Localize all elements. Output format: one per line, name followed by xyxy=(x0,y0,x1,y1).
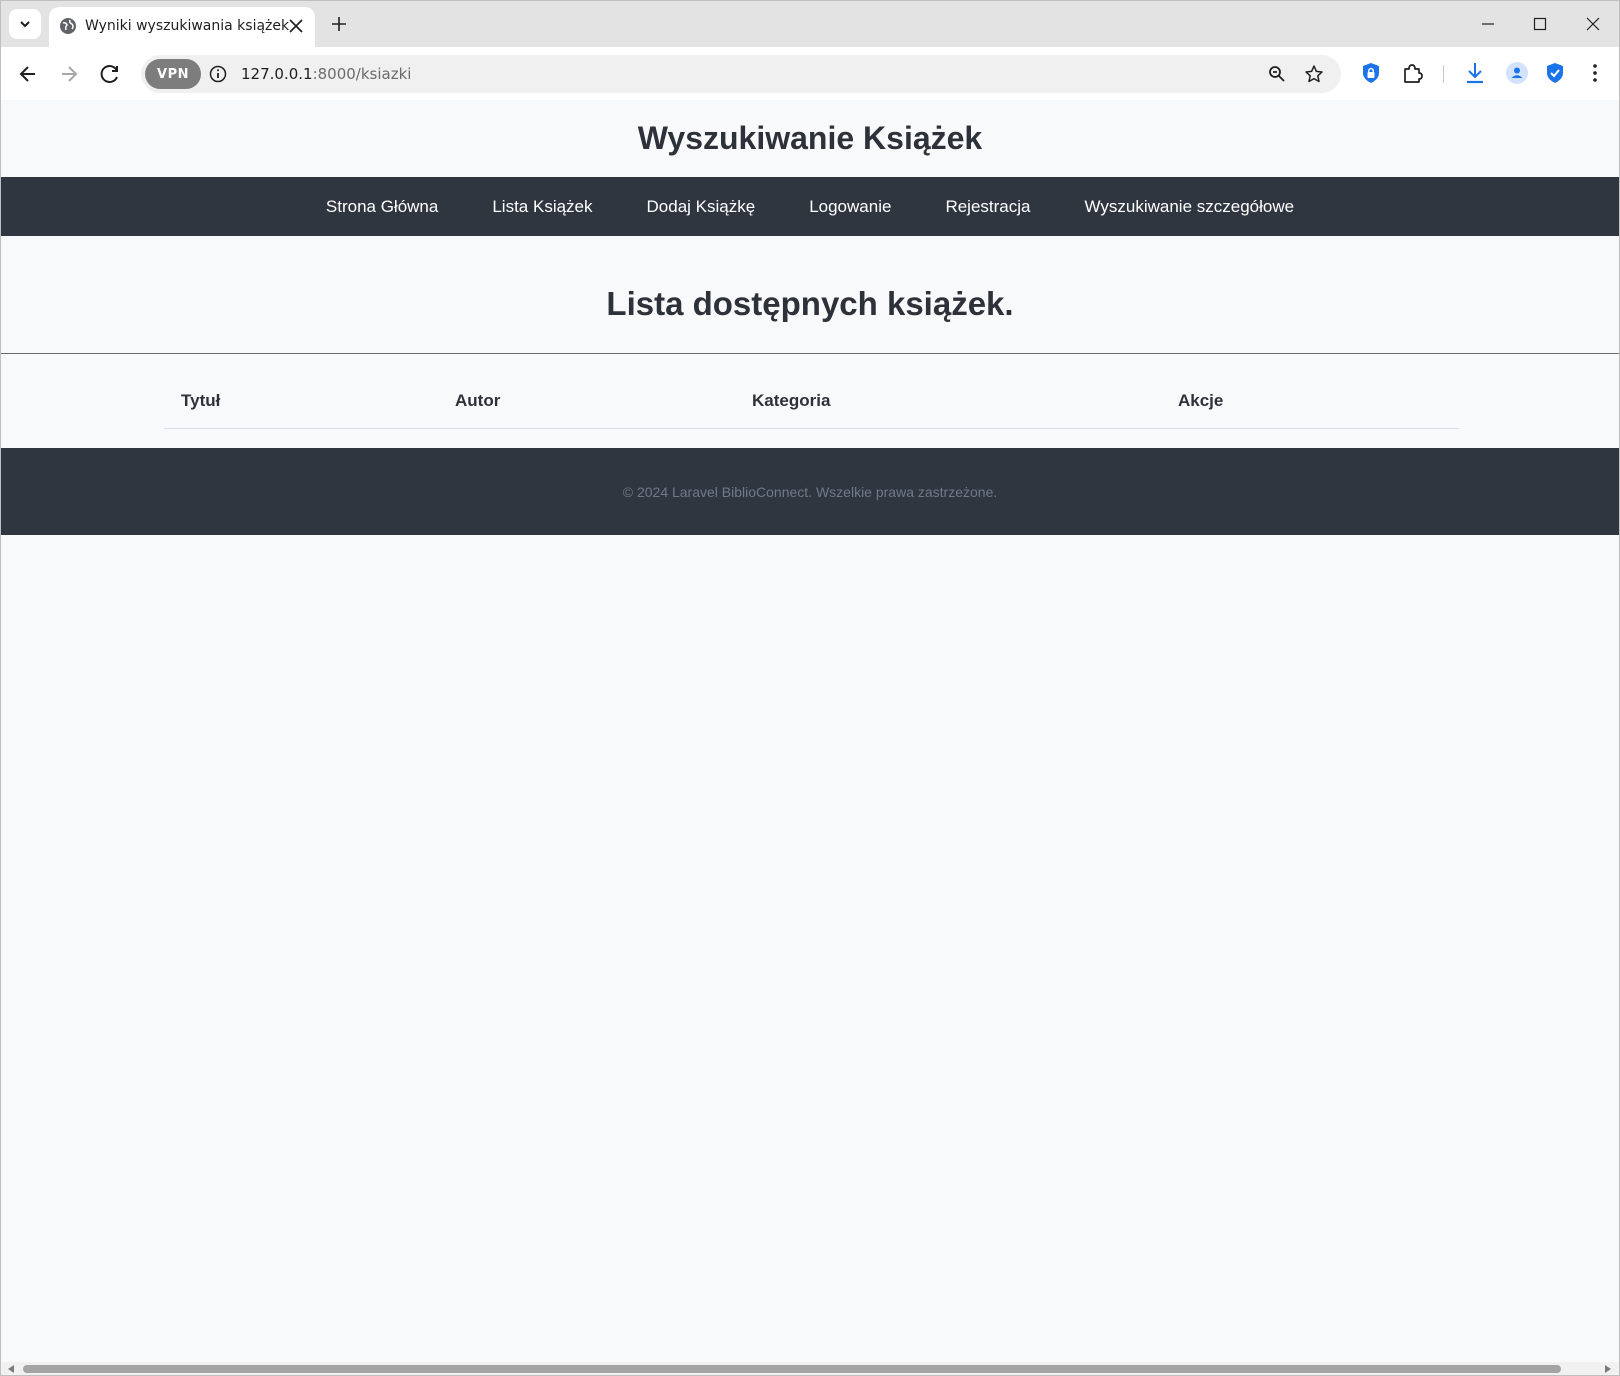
column-header-title: Tytuł xyxy=(164,374,438,429)
minimize-button[interactable] xyxy=(1473,9,1503,39)
scroll-right-arrow[interactable] xyxy=(1603,1364,1613,1374)
column-header-author: Autor xyxy=(438,374,735,429)
column-header-actions: Akcje xyxy=(1161,374,1459,429)
tab-close-button[interactable] xyxy=(285,15,307,37)
browser-menu-button[interactable] xyxy=(1581,59,1609,87)
kebab-menu-icon xyxy=(1593,64,1597,82)
tab-strip: Wyniki wyszukiwania książek xyxy=(1,1,1620,47)
url-path: :8000/ksiazki xyxy=(312,65,412,83)
password-manager-button[interactable] xyxy=(1357,59,1385,87)
browser-tab-active[interactable]: Wyniki wyszukiwania książek xyxy=(49,7,315,47)
window-close-button[interactable] xyxy=(1578,9,1608,39)
caret-left-icon xyxy=(8,1365,14,1373)
page-heading: Lista dostępnych książek. xyxy=(606,284,1014,322)
site-footer: © 2024 Laravel BiblioConnect. Wszelkie p… xyxy=(1,448,1619,535)
footer-copyright: © 2024 Laravel BiblioConnect. Wszelkie p… xyxy=(622,483,998,500)
nav-advanced-search-link[interactable]: Wyszukiwanie szczegółowe xyxy=(1084,197,1294,217)
zoom-button[interactable] xyxy=(1266,63,1288,85)
zoom-icon xyxy=(1269,66,1285,82)
table-header-row: Tytuł Autor Kategoria Akcje xyxy=(164,374,1459,429)
main-nav: Strona Główna Lista Książek Dodaj Książk… xyxy=(1,177,1619,236)
url-host: 127.0.0.1 xyxy=(241,65,313,83)
back-arrow-icon xyxy=(19,66,35,82)
extensions-icon xyxy=(1404,64,1423,83)
nav-login-link[interactable]: Logowanie xyxy=(809,197,891,217)
downloads-button[interactable] xyxy=(1461,59,1489,87)
url-text: 127.0.0.1:8000/ksiazki xyxy=(241,65,411,83)
nav-book-list-link[interactable]: Lista Książek xyxy=(492,197,592,217)
column-header-category: Kategoria xyxy=(735,374,1161,429)
new-tab-button[interactable] xyxy=(327,12,351,36)
password-manager-icon xyxy=(1363,63,1379,83)
nav-home-link[interactable]: Strona Główna xyxy=(326,197,438,217)
chevron-down-icon xyxy=(20,21,30,28)
address-bar[interactable]: VPN 127.0.0.1:8000/ksiazki xyxy=(141,55,1341,93)
security-extension-button[interactable] xyxy=(1541,59,1569,87)
forward-arrow-icon xyxy=(62,66,78,82)
close-icon xyxy=(1586,17,1600,31)
globe-icon xyxy=(60,18,76,34)
vpn-badge[interactable]: VPN xyxy=(145,59,201,89)
download-icon xyxy=(1467,63,1483,84)
reload-button[interactable] xyxy=(93,57,127,91)
maximize-icon xyxy=(1533,17,1547,31)
star-icon xyxy=(1305,65,1323,83)
profile-icon xyxy=(1506,62,1528,84)
browser-toolbar: VPN 127.0.0.1:8000/ksiazki xyxy=(1,47,1619,101)
close-icon xyxy=(289,19,303,33)
site-title: Wyszukiwanie Książek xyxy=(637,120,983,156)
tab-search-button[interactable] xyxy=(9,9,41,39)
profile-button[interactable] xyxy=(1503,59,1531,87)
nav-add-book-link[interactable]: Dodaj Książkę xyxy=(647,197,756,217)
browser-chrome: Wyniki wyszukiwania książek VPN 127.0.0.… xyxy=(0,0,1620,101)
maximize-button[interactable] xyxy=(1525,9,1555,39)
extensions-button[interactable] xyxy=(1398,59,1426,87)
books-table: Tytuł Autor Kategoria Akcje xyxy=(164,374,1459,429)
reload-icon xyxy=(100,65,118,83)
shield-check-icon xyxy=(1547,63,1563,83)
minimize-icon xyxy=(1482,23,1494,25)
bookmark-button[interactable] xyxy=(1303,63,1325,85)
page-viewport: Wyszukiwanie Książek Strona Główna Lista… xyxy=(0,100,1620,1362)
section-heading: Lista dostępnych książek. xyxy=(1,236,1619,354)
info-icon[interactable] xyxy=(209,65,227,83)
plus-icon xyxy=(332,17,346,31)
scroll-left-arrow[interactable] xyxy=(6,1364,16,1374)
site-header: Wyszukiwanie Książek xyxy=(1,100,1619,177)
tab-title: Wyniki wyszukiwania książek xyxy=(85,18,290,34)
forward-button[interactable] xyxy=(52,57,86,91)
toolbar-separator xyxy=(1443,65,1444,83)
caret-right-icon xyxy=(1605,1365,1611,1373)
nav-register-link[interactable]: Rejestracja xyxy=(945,197,1030,217)
back-button[interactable] xyxy=(11,57,45,91)
horizontal-scrollbar[interactable] xyxy=(0,1362,1620,1376)
scrollbar-thumb[interactable] xyxy=(23,1365,1561,1373)
